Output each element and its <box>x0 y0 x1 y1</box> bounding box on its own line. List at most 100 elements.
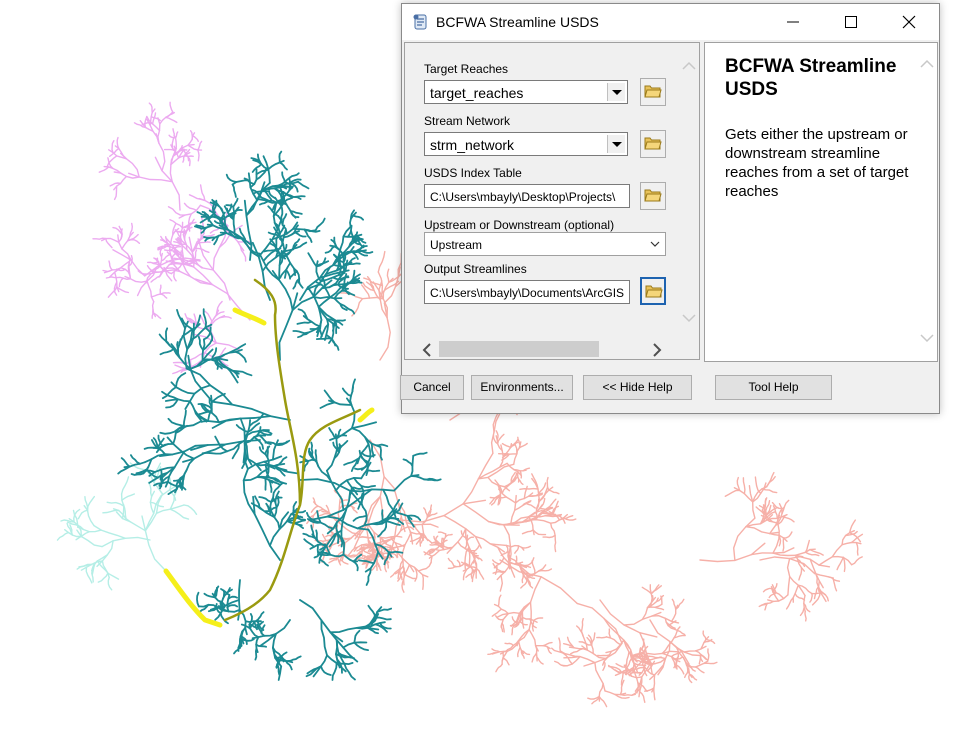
stream-segment <box>232 197 239 208</box>
stream-segment <box>248 613 253 626</box>
parameters-vertical-scrollbar[interactable] <box>679 45 699 325</box>
scroll-right-icon[interactable] <box>651 343 663 357</box>
open-folder-icon <box>644 137 662 150</box>
stream-segment <box>303 460 310 472</box>
stream-segment <box>189 130 194 141</box>
stream-segment <box>850 556 863 566</box>
hide-help-button[interactable]: << Hide Help <box>583 375 692 400</box>
dropdown-arrow-icon[interactable] <box>607 135 625 153</box>
stream-network-combo[interactable]: strm_network <box>424 132 628 156</box>
stream-segment <box>303 538 315 548</box>
scrollbar-thumb[interactable] <box>439 341 599 357</box>
stream-segment <box>196 591 200 608</box>
stream-segment <box>141 515 166 571</box>
tool-help-button[interactable]: Tool Help <box>715 375 832 400</box>
stream-segment <box>254 647 258 661</box>
stream-segment <box>804 610 807 622</box>
target-reaches-browse-button[interactable] <box>640 78 666 106</box>
stream-segment <box>231 183 237 198</box>
usds-index-table-browse-button[interactable] <box>640 182 666 210</box>
stream-segment <box>175 372 187 388</box>
direction-select[interactable]: Upstream <box>424 232 666 256</box>
stream-segment <box>174 131 179 139</box>
stream-segment <box>189 259 201 262</box>
stream-segment <box>121 493 135 501</box>
stream-segment <box>316 543 320 556</box>
stream-segment <box>292 277 301 290</box>
stream-segment <box>339 559 349 565</box>
stream-segment <box>519 487 539 490</box>
minimize-icon <box>787 21 799 23</box>
close-button[interactable] <box>880 4 938 40</box>
stream-segment <box>172 128 176 137</box>
usds-index-table-input[interactable]: C:\Users\mbayly\Desktop\Projects\ <box>424 184 630 208</box>
stream-segment <box>293 519 306 525</box>
stream-segment <box>498 452 510 455</box>
usds-index-table-label: USDS Index Table <box>424 166 522 180</box>
help-vertical-scrollbar[interactable] <box>917 43 937 359</box>
stream-segment <box>102 269 113 273</box>
environments-button[interactable]: Environments... <box>471 375 573 400</box>
stream-segment <box>312 296 343 300</box>
stream-segment <box>671 598 677 610</box>
output-streamlines-input[interactable]: C:\Users\mbayly\Documents\ArcGIS <box>424 280 630 304</box>
stream-segment <box>580 618 584 633</box>
stream-segment <box>360 484 376 489</box>
stream-segment <box>649 657 667 681</box>
help-description: Gets either the upstream or downstream s… <box>725 126 909 200</box>
stream-segment <box>511 624 515 636</box>
stream-segment <box>154 156 181 211</box>
stream-segment <box>252 620 258 631</box>
stream-segment <box>631 671 643 674</box>
stream-segment <box>472 545 480 554</box>
parameters-horizontal-scrollbar[interactable] <box>405 339 699 359</box>
scroll-down-icon[interactable] <box>920 333 934 343</box>
stream-segment <box>521 529 534 535</box>
stream-segment <box>654 606 665 611</box>
stream-segment <box>688 673 698 681</box>
stream-segment <box>176 309 186 330</box>
stream-segment <box>421 574 425 590</box>
stream-segment <box>742 477 746 495</box>
minimize-button[interactable] <box>764 4 822 40</box>
stream-segment <box>542 641 553 647</box>
stream-segment <box>56 531 70 541</box>
teal-stream-network <box>117 150 442 681</box>
output-streamlines-browse-button[interactable] <box>640 277 666 305</box>
stream-segment <box>423 507 429 518</box>
stream-segment <box>501 442 512 449</box>
dropdown-arrow-icon[interactable] <box>607 83 625 101</box>
target-reaches-combo[interactable]: target_reaches <box>424 80 628 104</box>
stream-segment <box>159 293 168 299</box>
stream-segment <box>130 454 141 465</box>
stream-network-browse-button[interactable] <box>640 130 666 158</box>
stream-segment <box>159 348 175 356</box>
title-bar[interactable]: BCFWA Streamline USDS <box>402 4 939 40</box>
stream-segment <box>694 666 705 674</box>
stream-segment <box>761 488 778 494</box>
stream-segment <box>374 616 392 621</box>
stream-segment <box>375 443 389 448</box>
stream-segment <box>393 474 420 492</box>
scroll-up-icon[interactable] <box>920 59 934 69</box>
cancel-button[interactable]: Cancel <box>400 375 464 400</box>
stream-segment <box>307 252 318 268</box>
stream-segment <box>615 663 626 668</box>
scroll-up-icon[interactable] <box>682 61 696 71</box>
stream-segment <box>427 478 442 482</box>
stream-segment <box>86 495 95 511</box>
stream-segment <box>182 409 187 427</box>
stream-segment <box>115 511 147 532</box>
stream-segment <box>456 559 461 568</box>
stream-segment <box>193 249 198 261</box>
scroll-down-icon[interactable] <box>682 313 696 323</box>
maximize-button[interactable] <box>822 4 880 40</box>
stream-segment <box>256 611 265 622</box>
stream-segment <box>280 206 284 221</box>
stream-segment <box>279 467 298 475</box>
stream-segment <box>218 315 232 319</box>
stream-segment <box>855 541 859 556</box>
stream-segment <box>324 245 336 254</box>
scroll-left-icon[interactable] <box>421 343 433 357</box>
stream-segment <box>379 446 383 461</box>
